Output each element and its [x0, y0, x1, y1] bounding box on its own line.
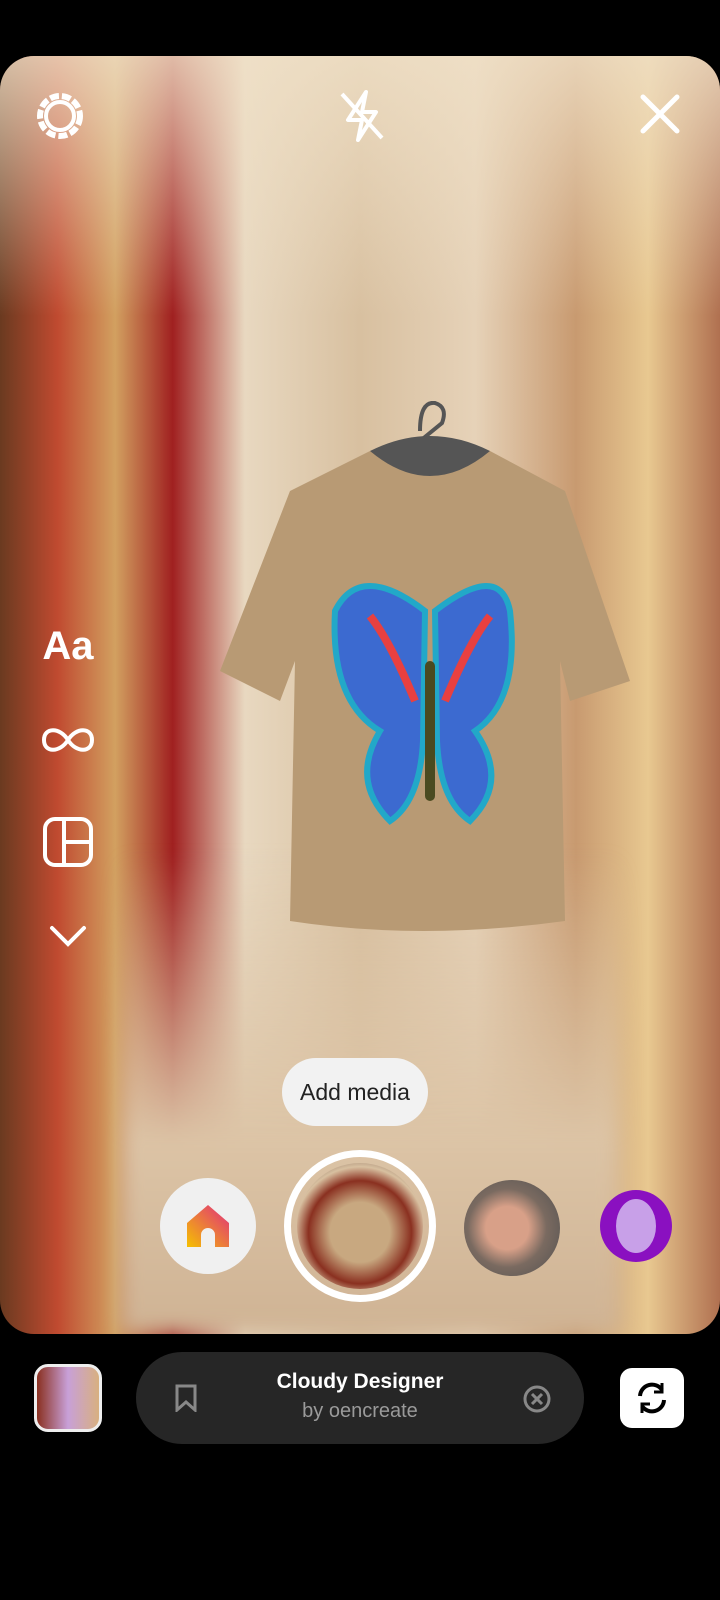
close-effect-icon[interactable]	[522, 1384, 552, 1414]
text-mode-button[interactable]: Aa	[36, 616, 100, 676]
chevron-down-icon[interactable]	[44, 918, 92, 954]
face-effect-button[interactable]	[464, 1180, 560, 1276]
alien-effect-button[interactable]	[600, 1190, 672, 1262]
add-media-tooltip[interactable]: Add media	[282, 1058, 428, 1126]
gallery-thumbnail[interactable]	[34, 1364, 102, 1432]
effect-info-bar[interactable]: Cloudy Designer by oencreate	[136, 1352, 584, 1444]
flash-off-icon[interactable]	[332, 86, 392, 146]
effect-title: Cloudy Designer	[276, 1370, 444, 1393]
settings-icon[interactable]	[32, 88, 88, 144]
infinity-icon[interactable]	[36, 716, 100, 764]
home-icon	[187, 1205, 229, 1247]
cloudy-designer-effect-thumbnail	[297, 1163, 423, 1289]
tshirt-ar-object	[220, 401, 630, 931]
close-icon[interactable]	[632, 86, 688, 142]
home-effect-button[interactable]	[160, 1178, 256, 1274]
layout-icon[interactable]	[40, 814, 96, 870]
effect-creator[interactable]: by oencreate	[136, 1400, 584, 1423]
camera-viewport[interactable]: Aa	[0, 56, 720, 1334]
flip-camera-button[interactable]	[620, 1368, 684, 1428]
alien-icon	[616, 1199, 656, 1253]
flip-camera-icon	[638, 1382, 666, 1414]
capture-button[interactable]	[284, 1150, 436, 1302]
